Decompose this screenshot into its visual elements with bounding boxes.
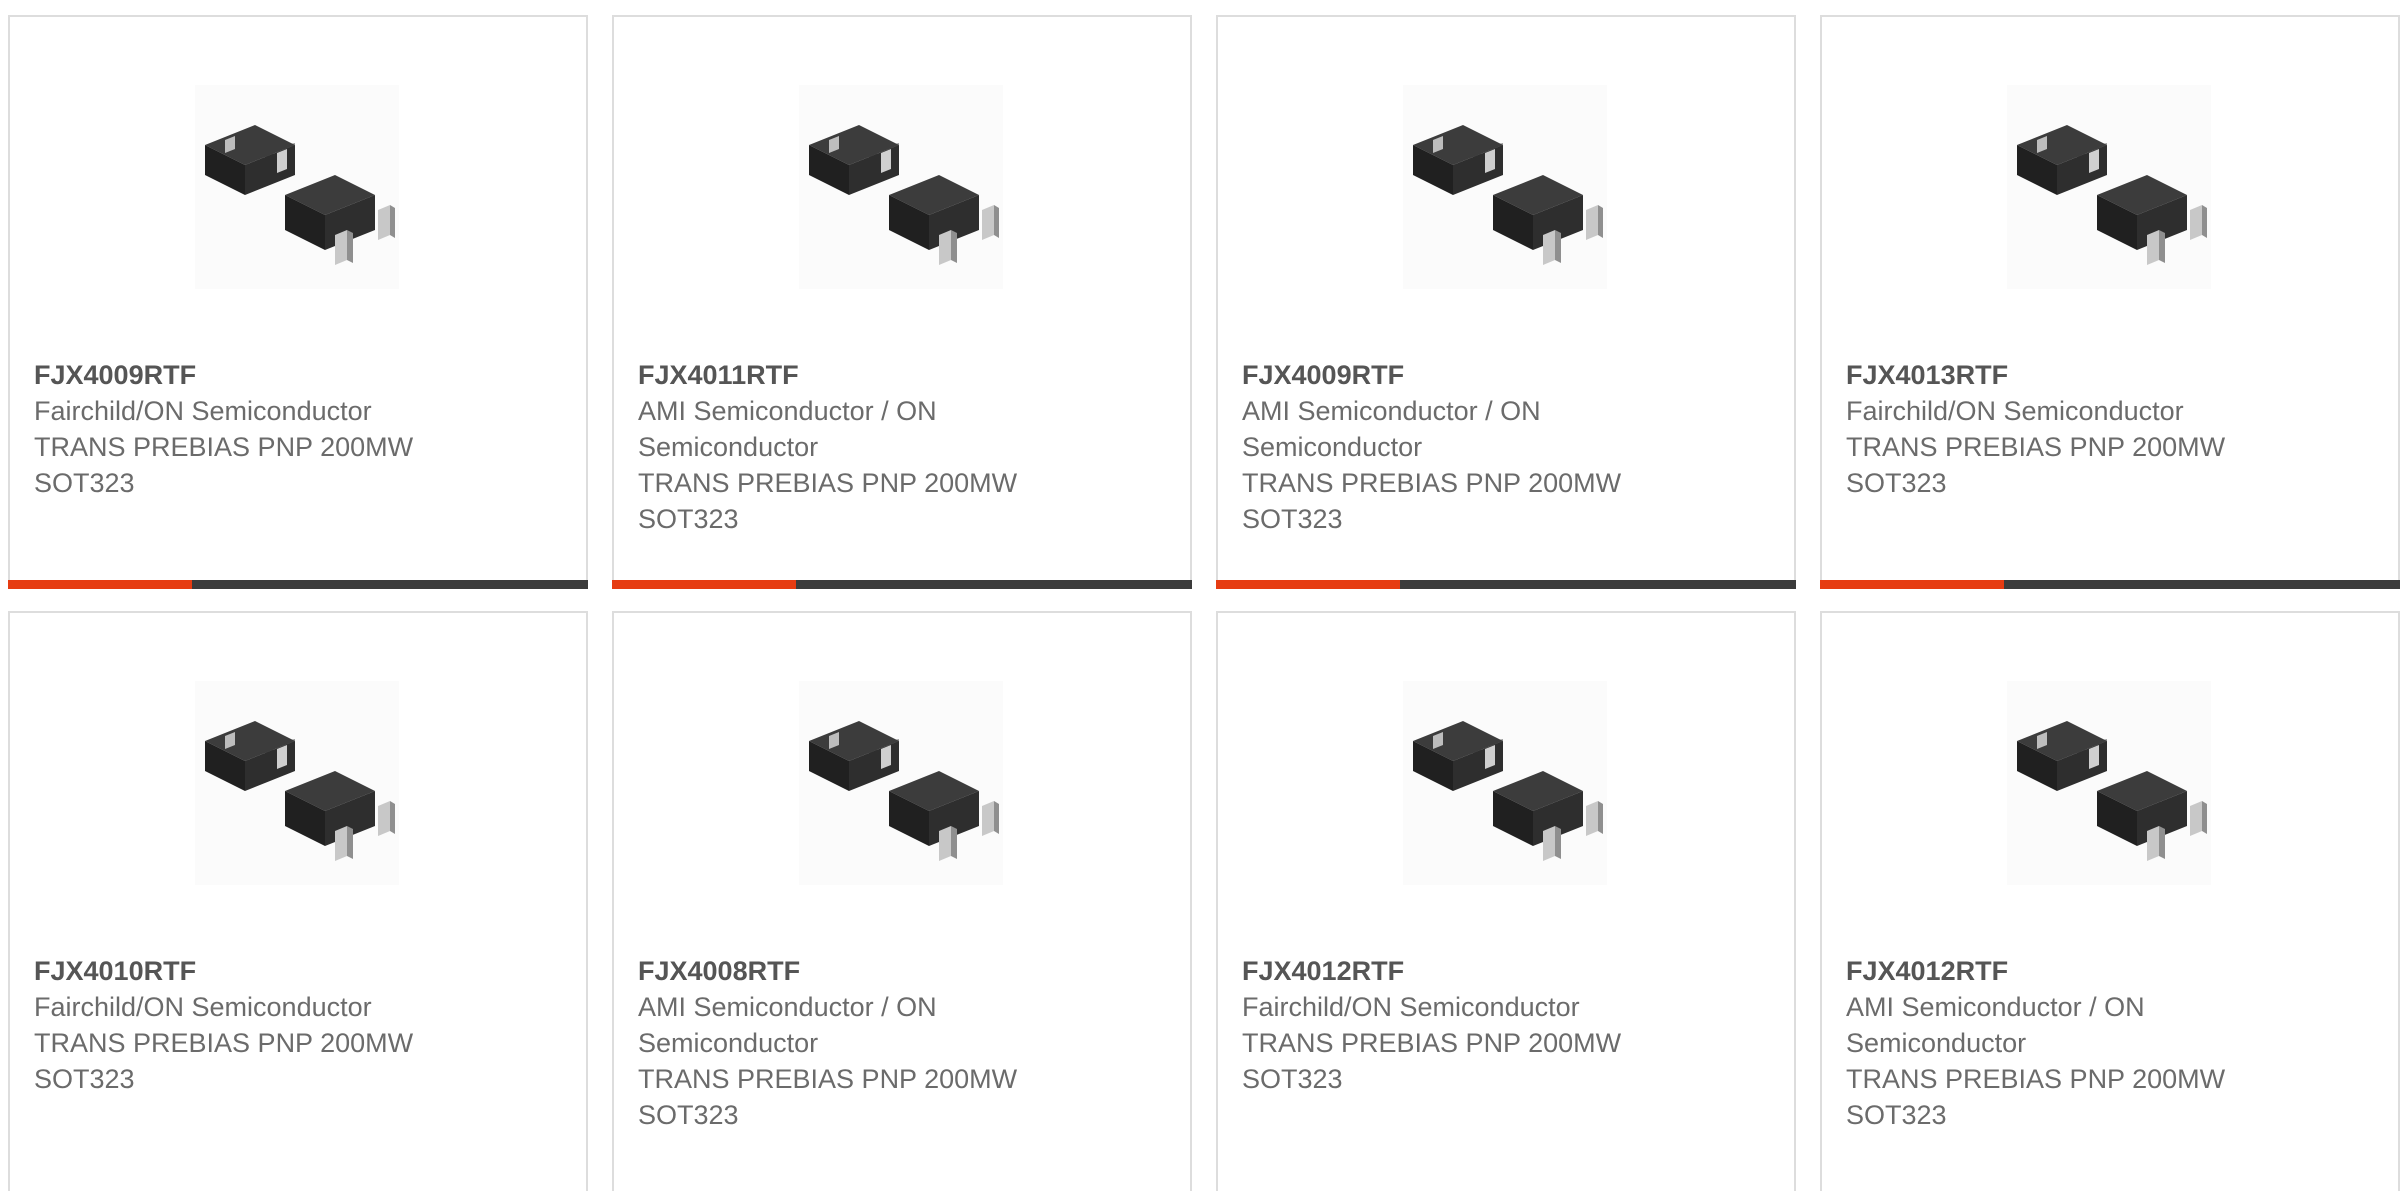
sot323-transistor-icon [2017,125,2207,265]
product-image[interactable] [799,85,1003,289]
product-card[interactable]: FJX4009RTF AMI Semiconductor / ON Semico… [1216,15,1796,589]
description: TRANS PREBIAS PNP 200MW SOT323 [1242,468,1622,534]
card-accent [1820,580,2004,589]
product-info: FJX4008RTF AMI Semiconductor / ON Semico… [638,953,1098,1133]
product-image[interactable] [195,681,399,885]
manufacturer: AMI Semiconductor / ON Semiconductor [1242,396,1541,462]
manufacturer: Fairchild/ON Semiconductor [34,396,372,426]
description: TRANS PREBIAS PNP 200MW SOT323 [638,1064,1018,1130]
product-info: FJX4012RTF Fairchild/ON Semiconductor TR… [1242,953,1702,1097]
manufacturer: Fairchild/ON Semiconductor [1846,396,2184,426]
product-image[interactable] [195,85,399,289]
manufacturer: Fairchild/ON Semiconductor [1242,992,1580,1022]
product-card[interactable]: FJX4013RTF Fairchild/ON Semiconductor TR… [1820,15,2400,589]
sot323-transistor-icon [809,125,999,265]
product-card[interactable]: FJX4008RTF AMI Semiconductor / ON Semico… [612,611,1192,1191]
product-image[interactable] [1403,85,1607,289]
part-number[interactable]: FJX4012RTF [1846,953,2306,989]
card-bottom-bar [8,580,588,589]
product-image[interactable] [2007,85,2211,289]
manufacturer: Fairchild/ON Semiconductor [34,992,372,1022]
card-accent [1216,580,1400,589]
product-info: FJX4013RTF Fairchild/ON Semiconductor TR… [1846,357,2306,501]
part-number[interactable]: FJX4012RTF [1242,953,1702,989]
product-card[interactable]: FJX4012RTF Fairchild/ON Semiconductor TR… [1216,611,1796,1191]
product-card[interactable]: FJX4009RTF Fairchild/ON Semiconductor TR… [8,15,588,589]
description: TRANS PREBIAS PNP 200MW SOT323 [638,468,1018,534]
product-image[interactable] [2007,681,2211,885]
sot323-transistor-icon [809,721,999,861]
product-grid: FJX4009RTF Fairchild/ON Semiconductor TR… [8,15,2400,1191]
sot323-transistor-icon [205,125,395,265]
manufacturer: AMI Semiconductor / ON Semiconductor [1846,992,2145,1058]
card-bottom-bar [612,580,1192,589]
product-info: FJX4009RTF Fairchild/ON Semiconductor TR… [34,357,494,501]
product-image[interactable] [1403,681,1607,885]
manufacturer: AMI Semiconductor / ON Semiconductor [638,992,937,1058]
sot323-transistor-icon [1413,125,1603,265]
description: TRANS PREBIAS PNP 200MW SOT323 [1846,1064,2226,1130]
part-number[interactable]: FJX4013RTF [1846,357,2306,393]
card-accent [8,580,192,589]
card-accent [612,580,796,589]
product-image[interactable] [799,681,1003,885]
product-info: FJX4011RTF AMI Semiconductor / ON Semico… [638,357,1098,537]
product-card[interactable]: FJX4011RTF AMI Semiconductor / ON Semico… [612,15,1192,589]
manufacturer: AMI Semiconductor / ON Semiconductor [638,396,937,462]
product-info: FJX4009RTF AMI Semiconductor / ON Semico… [1242,357,1702,537]
part-number[interactable]: FJX4009RTF [1242,357,1702,393]
sot323-transistor-icon [2017,721,2207,861]
description: TRANS PREBIAS PNP 200MW SOT323 [34,432,414,498]
description: TRANS PREBIAS PNP 200MW SOT323 [1846,432,2226,498]
sot323-transistor-icon [1413,721,1603,861]
card-bottom-bar [1216,580,1796,589]
product-info: FJX4012RTF AMI Semiconductor / ON Semico… [1846,953,2306,1133]
part-number[interactable]: FJX4011RTF [638,357,1098,393]
description: TRANS PREBIAS PNP 200MW SOT323 [34,1028,414,1094]
product-card[interactable]: FJX4010RTF Fairchild/ON Semiconductor TR… [8,611,588,1191]
card-bottom-bar [1820,580,2400,589]
part-number[interactable]: FJX4010RTF [34,953,494,989]
sot323-transistor-icon [205,721,395,861]
product-info: FJX4010RTF Fairchild/ON Semiconductor TR… [34,953,494,1097]
description: TRANS PREBIAS PNP 200MW SOT323 [1242,1028,1622,1094]
part-number[interactable]: FJX4008RTF [638,953,1098,989]
part-number[interactable]: FJX4009RTF [34,357,494,393]
product-card[interactable]: FJX4012RTF AMI Semiconductor / ON Semico… [1820,611,2400,1191]
